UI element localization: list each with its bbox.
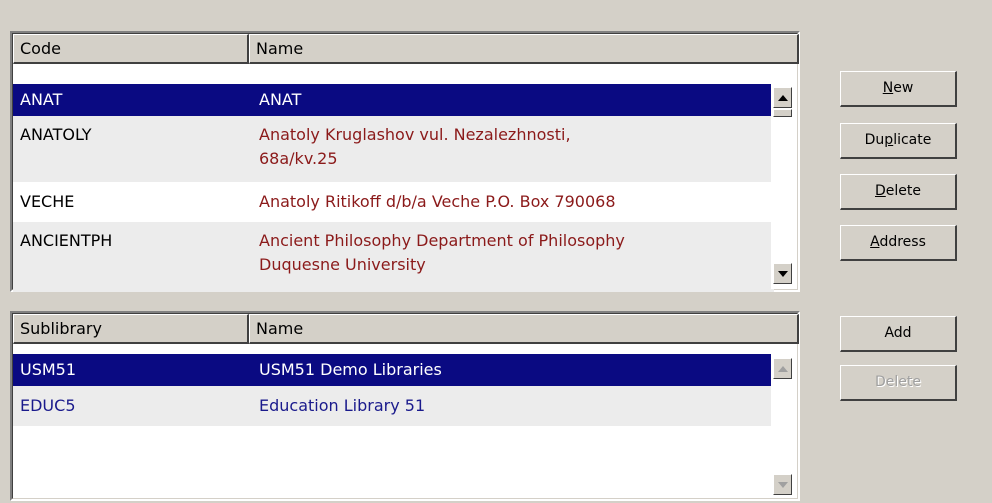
new-button-accelerator: N [882, 80, 894, 96]
vendor-name-cell: Ancient Philosophy Department of Philoso… [259, 231, 625, 250]
scroll-up-button[interactable] [773, 87, 792, 108]
duplicate-button[interactable]: Duplicate [840, 123, 957, 159]
vendor-grid[interactable]: Code Name ANAT ANAT ANATOLY Anatoly Krug… [10, 31, 800, 292]
new-button[interactable]: New [840, 71, 957, 107]
vendor-sublibrary-window: Code Name ANAT ANAT ANATOLY Anatoly Krug… [0, 0, 992, 503]
delete-button-label-post: elete [885, 183, 921, 199]
vendor-name-cell: Anatoly Kruglashov vul. Nezalezhnosti, [259, 125, 571, 144]
delete-vendor-button[interactable]: Delete [840, 174, 957, 210]
scroll-up-button[interactable] [773, 358, 792, 379]
sublibrary-name-cell: Education Library 51 [259, 396, 426, 415]
vendor-name-cell: ANAT [259, 90, 302, 109]
vendor-name-cell-line2: 68a/kv.25 [259, 149, 338, 168]
duplicate-button-label-pre: Du [864, 132, 885, 148]
column-header-name[interactable]: Name [249, 314, 799, 344]
delete-button-accelerator: D [875, 183, 886, 199]
sublibrary-scrollbar[interactable] [771, 354, 795, 498]
vendor-code-cell: ANCIENTPH [20, 231, 113, 250]
scroll-down-button[interactable] [773, 263, 792, 284]
down-arrow-icon [777, 481, 788, 488]
vendor-grid-header: Code Name [13, 34, 799, 64]
vendor-row[interactable]: ANCIENTPH Ancient Philosophy Department … [13, 222, 774, 292]
vendor-code-cell: ANAT [20, 90, 63, 109]
vendor-row[interactable]: ANAT ANAT [13, 84, 774, 116]
address-button[interactable]: Address [840, 225, 957, 261]
sublibrary-code-cell: USM51 [20, 360, 77, 379]
duplicate-button-accelerator: p [884, 132, 894, 148]
sublibrary-name-cell: USM51 Demo Libraries [259, 360, 442, 379]
sublibrary-row[interactable]: EDUC5 Education Library 51 [13, 386, 774, 426]
column-header-sublibrary[interactable]: Sublibrary [13, 314, 249, 344]
vendor-name-cell: Anatoly Ritikoff d/b/a Veche P.O. Box 79… [259, 192, 616, 211]
up-arrow-icon [777, 94, 788, 101]
vendor-row[interactable]: ANATOLY Anatoly Kruglashov vul. Nezalezh… [13, 116, 774, 182]
column-header-name[interactable]: Name [249, 34, 799, 64]
new-button-label-post: ew [893, 80, 914, 96]
vendor-code-cell: VECHE [20, 192, 75, 211]
add-button[interactable]: Add [840, 316, 957, 352]
scroll-thumb[interactable] [773, 109, 792, 117]
vendor-code-cell: ANATOLY [20, 125, 92, 144]
sublibrary-row[interactable]: USM51 USM51 Demo Libraries [13, 354, 774, 386]
down-arrow-icon [777, 270, 788, 277]
sublibrary-grid-header: Sublibrary Name [13, 314, 799, 344]
vendor-scrollbar[interactable] [771, 84, 795, 289]
delete-sublibrary-button[interactable]: Delete [840, 365, 957, 401]
scroll-down-button[interactable] [773, 474, 792, 495]
vendor-name-cell-line2: Duquesne University [259, 255, 426, 274]
duplicate-button-label-post: licate [893, 132, 932, 148]
vendor-row[interactable]: VECHE Anatoly Ritikoff d/b/a Veche P.O. … [13, 182, 774, 222]
up-arrow-icon [777, 365, 788, 372]
sublibrary-code-cell: EDUC5 [20, 396, 76, 415]
column-header-code[interactable]: Code [13, 34, 249, 64]
sublibrary-grid[interactable]: Sublibrary Name USM51 USM51 Demo Librari… [10, 311, 800, 501]
address-button-label-post: ddress [879, 234, 926, 250]
